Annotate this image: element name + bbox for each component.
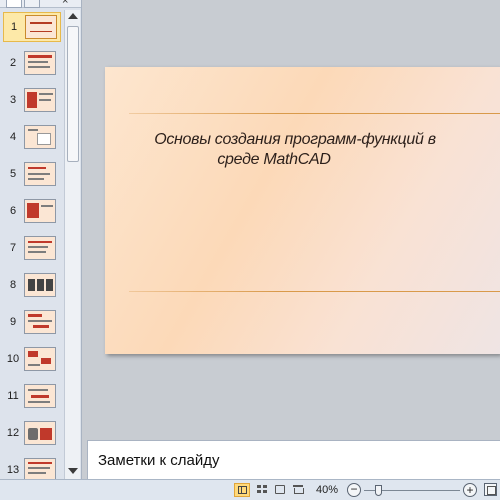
slide-title[interactable]: Основы создания программ-функций в среде… — [135, 130, 455, 170]
thumbnail-scrollbar[interactable] — [64, 10, 80, 479]
reading-view-icon — [275, 485, 285, 494]
zoom-out-button[interactable]: − — [347, 483, 361, 497]
pane-tabs: × — [0, 0, 81, 8]
slide-thumbnail-2[interactable]: 2 — [0, 49, 64, 79]
slide-thumbnail-12[interactable]: 12 — [0, 419, 64, 449]
zoom-in-button[interactable]: + — [463, 483, 477, 497]
slide-sorter-icon — [257, 485, 267, 494]
slide-number: 10 — [6, 353, 20, 365]
slideshow-icon — [293, 485, 304, 494]
slide-thumbnail-7[interactable]: 7 — [0, 234, 64, 264]
slide-thumbnail-13[interactable]: 13 — [0, 456, 64, 479]
slide-title-line-2: среде MathCAD — [217, 151, 331, 168]
slide-number: 5 — [9, 168, 17, 180]
slide-thumbnail-11[interactable]: 11 — [0, 382, 64, 412]
slide-number: 2 — [9, 57, 17, 69]
slide-number: 12 — [6, 427, 20, 439]
zoom-slider-thumb[interactable] — [374, 485, 382, 496]
slide-preview — [24, 273, 56, 297]
slide-number: 8 — [9, 279, 17, 291]
slide-title-line-1: Основы создания программ-функций в — [154, 131, 436, 148]
current-slide[interactable]: Основы создания программ-функций в среде… — [105, 67, 500, 354]
slide-number: 11 — [7, 390, 19, 402]
zoom-level[interactable]: 40% — [316, 484, 338, 496]
close-pane-icon[interactable]: × — [62, 0, 68, 7]
tab-outline[interactable] — [24, 0, 40, 8]
notes-pane[interactable]: Заметки к слайду — [87, 440, 500, 479]
slides-thumbnail-pane: × 1 2 3 4 5 6 7 8 9 10 11 12 13 — [0, 0, 82, 479]
slide-preview — [24, 199, 56, 223]
slide-number: 6 — [9, 205, 17, 217]
slide-sorter-button[interactable] — [254, 483, 270, 497]
slide-preview — [24, 236, 56, 260]
tab-slides[interactable] — [6, 0, 22, 8]
slide-thumbnail-6[interactable]: 6 — [0, 197, 64, 227]
slide-preview — [24, 347, 56, 371]
slide-preview — [24, 88, 56, 112]
scroll-up-icon[interactable] — [68, 13, 78, 19]
status-bar: 40% − + — [0, 479, 500, 500]
slide-thumbnail-9[interactable]: 9 — [0, 308, 64, 338]
slide-preview — [24, 125, 56, 149]
slide-preview — [24, 310, 56, 334]
notes-placeholder: Заметки к слайду — [98, 452, 220, 469]
slide-thumbnail-10[interactable]: 10 — [0, 345, 64, 375]
slide-preview — [24, 421, 56, 445]
fit-to-window-button[interactable] — [484, 483, 497, 496]
scroll-down-icon[interactable] — [68, 468, 78, 474]
slide-thumbnail-3[interactable]: 3 — [0, 86, 64, 116]
slide-thumbnail-4[interactable]: 4 — [0, 123, 64, 153]
slide-number: 9 — [9, 316, 17, 328]
slide-thumbnail-8[interactable]: 8 — [0, 271, 64, 301]
slide-top-rule — [129, 113, 500, 114]
slide-preview — [24, 458, 56, 479]
slide-preview — [24, 384, 56, 408]
slide-preview — [25, 15, 57, 39]
slide-editing-area: Основы создания программ-функций в среде… — [83, 0, 500, 437]
slide-bottom-rule — [129, 291, 500, 292]
slide-number: 4 — [9, 131, 17, 143]
reading-view-button[interactable] — [272, 483, 288, 497]
slide-number: 1 — [10, 21, 18, 33]
slideshow-button[interactable] — [290, 483, 306, 497]
slide-number: 7 — [9, 242, 17, 254]
slide-preview — [24, 51, 56, 75]
scrollbar-thumb[interactable] — [67, 26, 79, 162]
slide-preview — [24, 162, 56, 186]
normal-view-button[interactable] — [234, 483, 250, 497]
slide-number: 13 — [6, 464, 20, 476]
slide-thumbnail-5[interactable]: 5 — [0, 160, 64, 190]
slide-thumbnail-1[interactable]: 1 — [3, 12, 61, 42]
slide-number: 3 — [9, 94, 17, 106]
normal-view-icon — [238, 486, 247, 494]
